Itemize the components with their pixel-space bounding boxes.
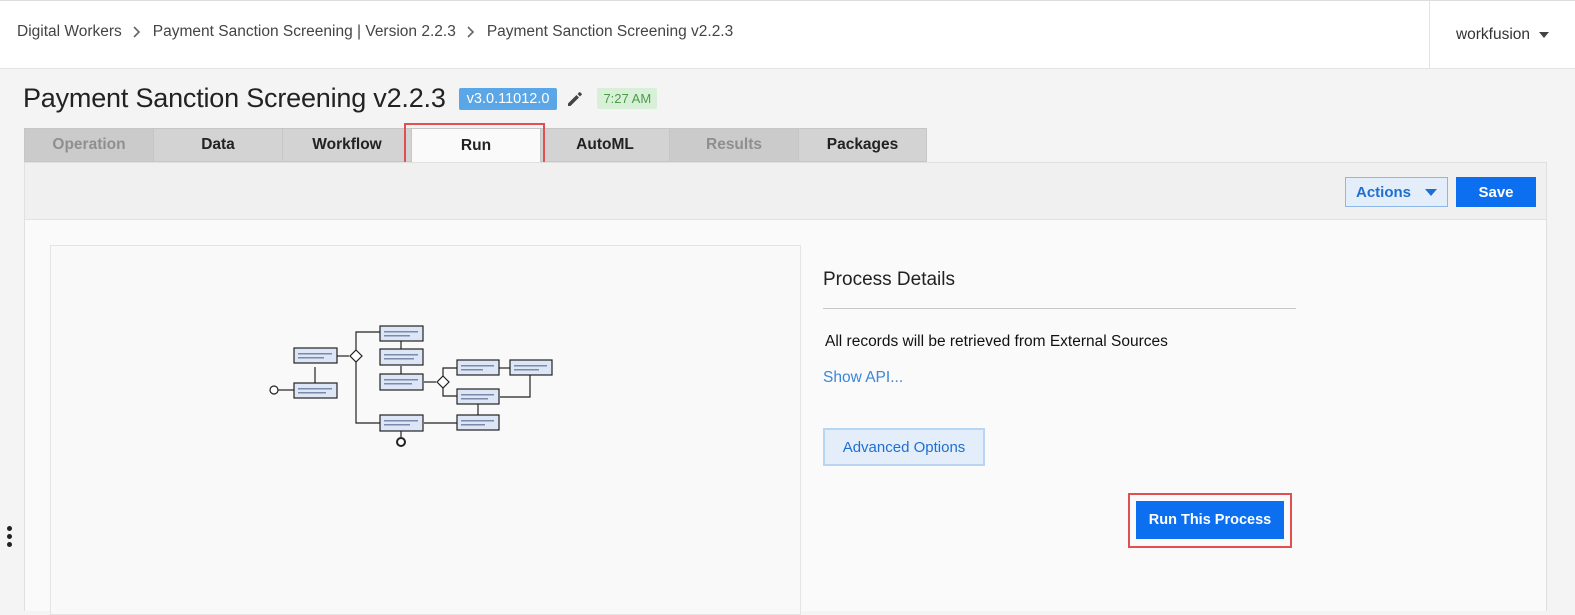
records-source-text: All records will be retrieved from Exter… (825, 333, 1168, 350)
actions-label: Actions (1355, 183, 1411, 201)
chevron-right-icon (133, 26, 140, 38)
save-button[interactable]: Save (1456, 177, 1536, 207)
tab-data[interactable]: Data (153, 128, 282, 162)
breadcrumb: Digital Workers Payment Sanction Screeni… (17, 23, 733, 41)
pencil-icon[interactable] (565, 89, 585, 109)
workflow-diagram[interactable] (51, 246, 800, 614)
toolbar: Actions Save (25, 163, 1546, 220)
user-menu[interactable]: workfusion (1429, 1, 1575, 69)
actions-button[interactable]: Actions (1345, 177, 1448, 207)
breadcrumb-item-digital-workers[interactable]: Digital Workers (17, 23, 122, 41)
process-details-title: Process Details (823, 269, 955, 290)
main-panel: Actions Save Process Details All records… (24, 162, 1547, 615)
divider (823, 308, 1296, 309)
time-badge: 7:27 AM (597, 88, 658, 109)
caret-down-icon (1425, 188, 1437, 196)
advanced-options-button[interactable]: Advanced Options (823, 428, 985, 466)
title-row: Payment Sanction Screening v2.2.3 v3.0.1… (23, 83, 658, 114)
user-menu-label: workfusion (1455, 26, 1531, 43)
show-api-link[interactable]: Show API... (823, 369, 903, 387)
top-bar: Digital Workers Payment Sanction Screeni… (0, 0, 1575, 69)
tab-operation: Operation (24, 128, 153, 162)
kebab-menu-icon[interactable] (6, 526, 14, 550)
breadcrumb-item-version[interactable]: Payment Sanction Screening | Version 2.2… (153, 23, 456, 41)
tab-packages[interactable]: Packages (798, 128, 927, 162)
breadcrumb-item-current: Payment Sanction Screening v2.2.3 (486, 23, 734, 40)
tab-workflow[interactable]: Workflow (282, 128, 411, 162)
tab-bar: Operation Data Workflow Run AutoML Resul… (24, 128, 927, 162)
tab-results: Results (669, 128, 798, 162)
version-badge[interactable]: v3.0.11012.0 (458, 87, 558, 110)
tab-automl[interactable]: AutoML (540, 128, 669, 162)
chevron-right-icon (467, 26, 474, 38)
page-title: Payment Sanction Screening v2.2.3 (23, 83, 446, 113)
run-this-process-button[interactable]: Run This Process (1136, 501, 1284, 539)
caret-down-icon (1539, 32, 1550, 38)
workflow-diagram-panel (50, 245, 801, 615)
tab-run[interactable]: Run (411, 128, 540, 162)
